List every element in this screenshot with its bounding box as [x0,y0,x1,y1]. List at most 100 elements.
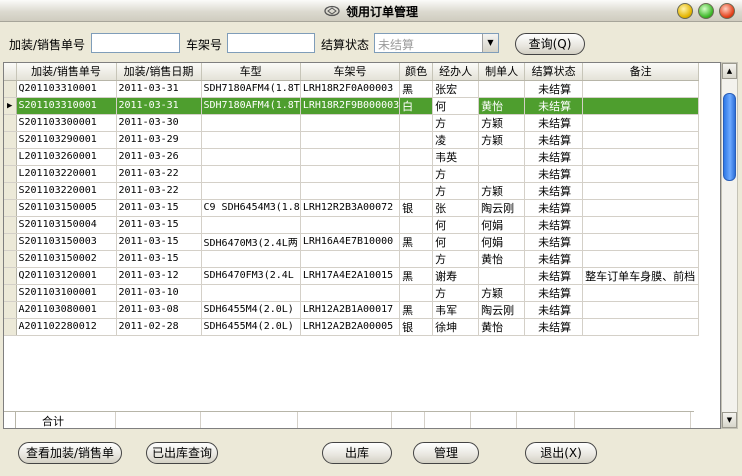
table-row[interactable]: S201103150004 2011-03-15 何何娟 未结算 [4,216,700,234]
table-row[interactable]: S201103300001 2011-03-30 方方颖 未结算 [4,114,700,132]
order-date-cell[interactable]: 2011-03-08 [116,301,202,319]
model-cell[interactable]: SDH6470FM3(2.4L [201,267,301,285]
status-cell[interactable]: 未结算 [524,97,584,115]
order-no-cell[interactable]: L201103220001 [16,165,117,183]
model-cell[interactable]: SDH6455M4(2.0L) [201,318,301,336]
order-date-cell[interactable]: 2011-03-15 [116,250,202,268]
table-row[interactable]: S201103150002 2011-03-15 方黄怡 未结算 [4,250,700,268]
row-indicator[interactable] [4,284,17,302]
remark-cell[interactable] [582,318,700,336]
order-no-cell[interactable]: S201103150005 [16,199,117,217]
frame-no-cell[interactable] [300,216,401,234]
creator-cell[interactable]: 黄怡 [478,250,526,268]
col-remark[interactable]: 备注 [582,63,700,81]
model-cell[interactable] [201,284,301,302]
status-cell[interactable]: 未结算 [524,284,584,302]
col-order-date[interactable]: 加装/销售日期 [116,63,202,81]
model-cell[interactable] [201,165,301,183]
frame-no-cell[interactable]: LRH16A4E7B10000 [300,233,401,251]
remark-cell[interactable] [582,199,700,217]
frame-no-cell[interactable] [300,182,401,200]
status-cell[interactable]: 未结算 [524,233,584,251]
row-indicator[interactable] [4,114,17,132]
creator-cell[interactable]: 方颖 [478,284,526,302]
query-button[interactable]: 查询(Q) [515,33,585,55]
handler-cell[interactable]: 凌 [432,131,480,149]
scroll-up-icon[interactable]: ▲ [722,63,737,79]
model-cell[interactable]: SDH6455M4(2.0L) [201,301,301,319]
remark-cell[interactable] [582,131,700,149]
order-date-cell[interactable]: 2011-03-31 [116,97,202,115]
scroll-down-icon[interactable]: ▼ [722,412,737,428]
status-cell[interactable]: 未结算 [524,216,584,234]
frame-no-cell[interactable]: LRH18R2F9B000003 [300,97,401,115]
handler-cell[interactable]: 方 [432,250,480,268]
exit-button[interactable]: 退出(X) [525,442,597,464]
model-cell[interactable] [201,114,301,132]
frame-no-cell[interactable] [300,165,401,183]
order-no-cell[interactable]: A201102280012 [16,318,117,336]
color-cell[interactable] [399,284,434,302]
status-cell[interactable]: 未结算 [524,250,584,268]
row-indicator[interactable] [4,148,17,166]
color-cell[interactable] [399,182,434,200]
order-no-cell[interactable]: S201103300001 [16,114,117,132]
table-row[interactable]: S201103150005 2011-03-15 C9 SDH6454M3(1.8 L… [4,199,700,217]
order-date-cell[interactable]: 2011-03-31 [116,80,202,98]
remark-cell[interactable] [582,165,700,183]
remark-cell[interactable] [582,97,700,115]
order-date-cell[interactable]: 2011-03-22 [116,182,202,200]
status-cell[interactable]: 未结算 [524,301,584,319]
color-cell[interactable]: 黑 [399,267,434,285]
order-no-cell[interactable]: S201103310001 [16,97,117,115]
table-row[interactable]: S201103220001 2011-03-22 方方颖 未结算 [4,182,700,200]
col-handler[interactable]: 经办人 [432,63,480,81]
handler-cell[interactable]: 方 [432,182,480,200]
color-cell[interactable] [399,165,434,183]
table-row[interactable]: Q201103310001 2011-03-31 SDH7180AFM4(1.8T L… [4,80,700,98]
order-date-cell[interactable]: 2011-03-22 [116,165,202,183]
col-model[interactable]: 车型 [201,63,301,81]
order-no-cell[interactable]: S201103150004 [16,216,117,234]
remark-cell[interactable] [582,233,700,251]
table-row[interactable]: A201102280012 2011-02-28 SDH6455M4(2.0L) LR… [4,318,700,336]
order-date-cell[interactable]: 2011-03-30 [116,114,202,132]
color-cell[interactable] [399,131,434,149]
order-no-input[interactable] [91,33,180,53]
status-select[interactable]: 未结算 ▼ [374,33,499,53]
creator-cell[interactable]: 黄怡 [478,97,526,115]
status-cell[interactable]: 未结算 [524,80,584,98]
frame-no-cell[interactable] [300,250,401,268]
col-creator[interactable]: 制单人 [478,63,526,81]
table-row[interactable]: L201103260001 2011-03-26 韦英 未结算 [4,148,700,166]
current-row-arrow-icon[interactable]: ▶ [4,97,17,115]
remark-cell[interactable] [582,301,700,319]
row-indicator[interactable] [4,301,17,319]
creator-cell[interactable]: 何娟 [478,216,526,234]
handler-cell[interactable]: 韦英 [432,148,480,166]
row-indicator[interactable] [4,165,17,183]
color-cell[interactable]: 银 [399,199,434,217]
model-cell[interactable]: SDH7180AFM4(1.8T [201,97,301,115]
close-button[interactable] [719,3,735,19]
remark-cell[interactable] [582,250,700,268]
status-cell[interactable]: 未结算 [524,114,584,132]
col-frame-no[interactable]: 车架号 [300,63,401,81]
row-indicator[interactable] [4,250,17,268]
col-color[interactable]: 颜色 [399,63,434,81]
handler-cell[interactable]: 方 [432,114,480,132]
creator-cell[interactable]: 黄怡 [478,318,526,336]
order-no-cell[interactable]: Q201103120001 [16,267,117,285]
handler-cell[interactable]: 方 [432,165,480,183]
row-indicator[interactable] [4,182,17,200]
order-no-cell[interactable]: S201103150002 [16,250,117,268]
status-cell[interactable]: 未结算 [524,199,584,217]
handler-cell[interactable]: 张宏 [432,80,480,98]
row-indicator[interactable] [4,318,17,336]
scroll-thumb[interactable] [723,93,736,181]
table-row[interactable]: S201103290001 2011-03-29 凌方颖 未结算 [4,131,700,149]
remark-cell[interactable] [582,80,700,98]
order-date-cell[interactable]: 2011-03-26 [116,148,202,166]
color-cell[interactable] [399,216,434,234]
creator-cell[interactable]: 何娟 [478,233,526,251]
